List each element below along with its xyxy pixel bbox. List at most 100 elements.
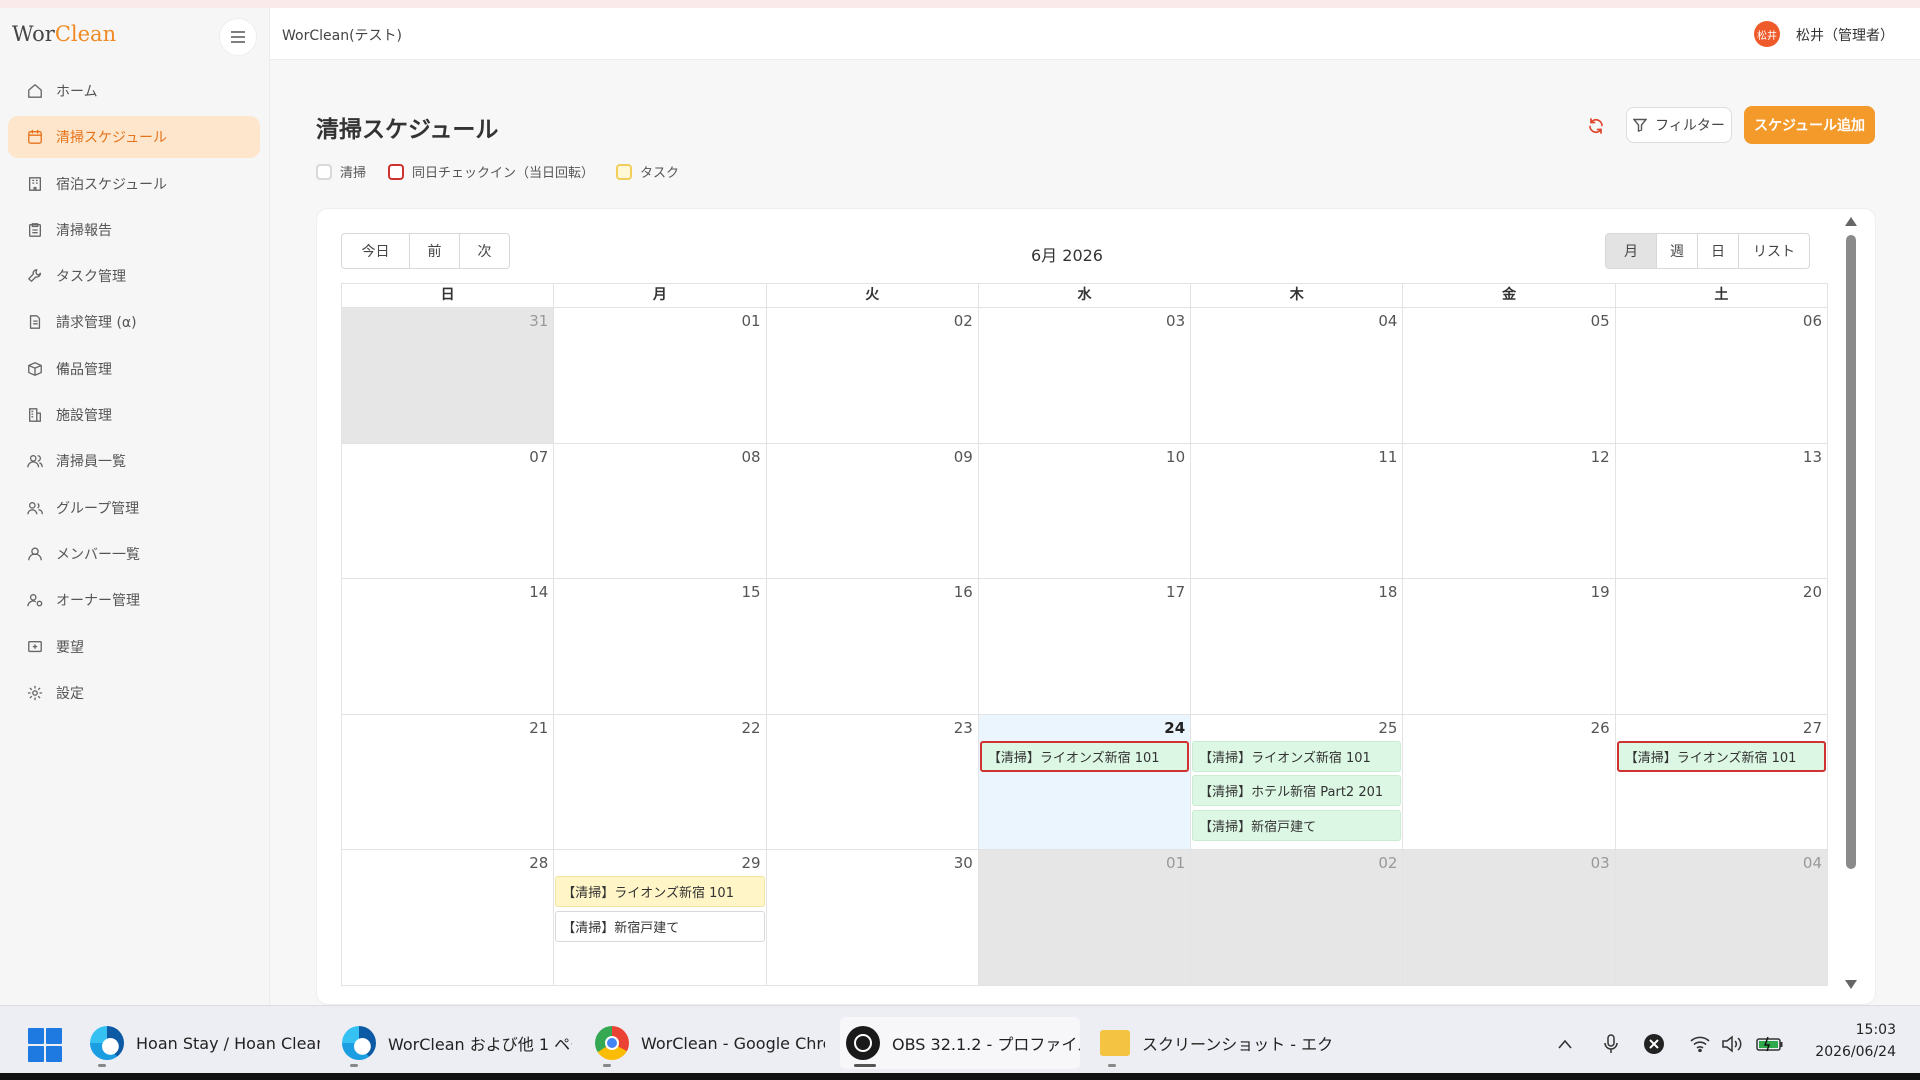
sidebar-item-12[interactable]: 要望	[8, 626, 260, 668]
day-number[interactable]: 31	[529, 312, 548, 330]
day-number[interactable]: 22	[741, 719, 760, 737]
day-cell[interactable]: 02	[1191, 850, 1404, 986]
day-number[interactable]: 04	[1378, 312, 1397, 330]
day-cell[interactable]: 10	[978, 443, 1192, 580]
day-cell[interactable]: 15	[554, 579, 767, 715]
day-cell[interactable]: 13	[1615, 443, 1828, 580]
day-cell[interactable]: 28	[342, 850, 555, 986]
taskbar-app-2[interactable]: WorClean - Google Chrc	[589, 1017, 825, 1069]
view-button-2[interactable]: 日	[1697, 233, 1739, 269]
day-cell[interactable]: 20	[1615, 579, 1828, 715]
day-cell[interactable]: 19	[1403, 579, 1616, 715]
day-number[interactable]: 07	[529, 448, 548, 466]
schedule-event[interactable]: 【清掃】ライオンズ新宿 101	[979, 740, 1190, 772]
refresh-button[interactable]	[1584, 114, 1608, 138]
taskbar-app-1[interactable]: WorClean および他 1 ペー:	[336, 1017, 572, 1069]
schedule-event[interactable]: 【清掃】ホテル新宿 Part2 201	[1192, 775, 1402, 807]
taskbar-app-3[interactable]: OBS 32.1.2 - プロファイル: ﾀ	[840, 1017, 1080, 1069]
schedule-event[interactable]: 【清掃】ライオンズ新宿 101	[555, 876, 765, 908]
day-cell-today[interactable]: 24 【清掃】ライオンズ新宿 101	[978, 714, 1192, 851]
day-number[interactable]: 27	[1803, 719, 1822, 737]
day-number[interactable]: 14	[529, 583, 548, 601]
day-number[interactable]: 03	[1591, 854, 1610, 872]
day-cell[interactable]: 06	[1615, 308, 1828, 444]
day-number[interactable]: 20	[1803, 583, 1822, 601]
day-number[interactable]: 13	[1803, 448, 1822, 466]
day-cell[interactable]: 16	[766, 579, 979, 715]
day-number[interactable]: 25	[1378, 719, 1397, 737]
day-cell[interactable]: 01	[554, 308, 767, 444]
day-number[interactable]: 01	[1166, 854, 1185, 872]
day-number[interactable]: 28	[529, 854, 548, 872]
scroll-thumb[interactable]	[1846, 235, 1856, 869]
scroll-up-arrow-icon[interactable]	[1845, 217, 1857, 226]
day-number[interactable]: 26	[1591, 719, 1610, 737]
scrollbar[interactable]	[1842, 217, 1858, 997]
add-schedule-button[interactable]: スケジュール追加	[1744, 106, 1875, 144]
day-number[interactable]: 08	[741, 448, 760, 466]
day-cell[interactable]: 17	[978, 579, 1192, 715]
day-cell[interactable]: 25 【清掃】ライオンズ新宿 101 【清掃】ホテル新宿 Part2 201 【清掃】…	[1191, 714, 1404, 851]
day-cell[interactable]: 03	[978, 308, 1192, 444]
day-number[interactable]: 21	[529, 719, 548, 737]
microphone-button[interactable]	[1600, 1032, 1622, 1056]
app-logo[interactable]: WorClean	[12, 22, 116, 46]
day-cell[interactable]: 03	[1403, 850, 1616, 986]
day-cell[interactable]: 29 【清掃】ライオンズ新宿 101 【清掃】新宿戸建て	[554, 850, 767, 986]
taskbar-app-0[interactable]: Hoan Stay / Hoan Clean	[84, 1017, 320, 1069]
day-cell[interactable]: 09	[766, 443, 979, 580]
taskbar-app-4[interactable]: スクリーンショット - エクスプ[	[1094, 1017, 1334, 1069]
sidebar-item-2[interactable]: 宿泊スケジュール	[8, 163, 260, 205]
sidebar-item-8[interactable]: 清掃員一覧	[8, 440, 260, 482]
day-number[interactable]: 30	[954, 854, 973, 872]
day-number[interactable]: 17	[1166, 583, 1185, 601]
avatar[interactable]: 松井	[1754, 21, 1780, 47]
day-cell[interactable]: 14	[342, 579, 555, 715]
day-cell[interactable]: 30	[766, 850, 979, 986]
day-cell[interactable]: 21	[342, 714, 555, 851]
day-number[interactable]: 09	[954, 448, 973, 466]
day-cell[interactable]: 05	[1403, 308, 1616, 444]
sidebar-item-4[interactable]: タスク管理	[8, 255, 260, 297]
volume-button[interactable]	[1720, 1032, 1744, 1056]
day-number[interactable]: 02	[1378, 854, 1397, 872]
day-cell[interactable]: 11	[1191, 443, 1404, 580]
day-number[interactable]: 05	[1591, 312, 1610, 330]
menu-toggle-button[interactable]	[219, 18, 257, 56]
user-name[interactable]: 松井（管理者）	[1796, 25, 1894, 45]
day-cell[interactable]: 07	[342, 443, 555, 580]
sidebar-item-0[interactable]: ホーム	[8, 70, 260, 112]
day-number[interactable]: 11	[1378, 448, 1397, 466]
day-cell[interactable]: 01	[978, 850, 1192, 986]
day-number[interactable]: 04	[1803, 854, 1822, 872]
day-cell[interactable]: 04	[1615, 850, 1828, 986]
view-button-3[interactable]: リスト	[1738, 233, 1810, 269]
sidebar-item-10[interactable]: メンバー一覧	[8, 533, 260, 575]
sidebar-item-7[interactable]: 施設管理	[8, 394, 260, 436]
schedule-event[interactable]: 【清掃】ライオンズ新宿 101	[1616, 740, 1826, 772]
day-number[interactable]: 29	[741, 854, 760, 872]
schedule-event[interactable]: 【清掃】ライオンズ新宿 101	[1192, 740, 1402, 772]
sidebar-item-13[interactable]: 設定	[8, 672, 260, 714]
battery-button[interactable]	[1756, 1032, 1784, 1056]
day-number[interactable]: 10	[1166, 448, 1185, 466]
day-number[interactable]: 02	[954, 312, 973, 330]
sidebar-item-11[interactable]: オーナー管理	[8, 579, 260, 621]
sidebar-item-1[interactable]: 清掃スケジュール	[8, 116, 260, 159]
schedule-event[interactable]: 【清掃】新宿戸建て	[1192, 809, 1402, 841]
day-number[interactable]: 03	[1166, 312, 1185, 330]
view-button-0[interactable]: 月	[1605, 233, 1657, 269]
day-cell[interactable]: 18	[1191, 579, 1404, 715]
schedule-event[interactable]: 【清掃】新宿戸建て	[555, 910, 765, 942]
day-cell[interactable]: 08	[554, 443, 767, 580]
sidebar-item-6[interactable]: 備品管理	[8, 348, 260, 390]
day-cell[interactable]: 26	[1403, 714, 1616, 851]
day-cell[interactable]: 27 【清掃】ライオンズ新宿 101	[1615, 714, 1828, 851]
day-number[interactable]: 15	[741, 583, 760, 601]
sidebar-item-5[interactable]: 請求管理 (α)	[8, 301, 260, 343]
close-circle-button[interactable]	[1643, 1032, 1665, 1056]
day-cell[interactable]: 02	[766, 308, 979, 444]
day-cell[interactable]: 22	[554, 714, 767, 851]
tray-overflow-button[interactable]	[1554, 1032, 1576, 1056]
wifi-button[interactable]	[1688, 1032, 1712, 1056]
